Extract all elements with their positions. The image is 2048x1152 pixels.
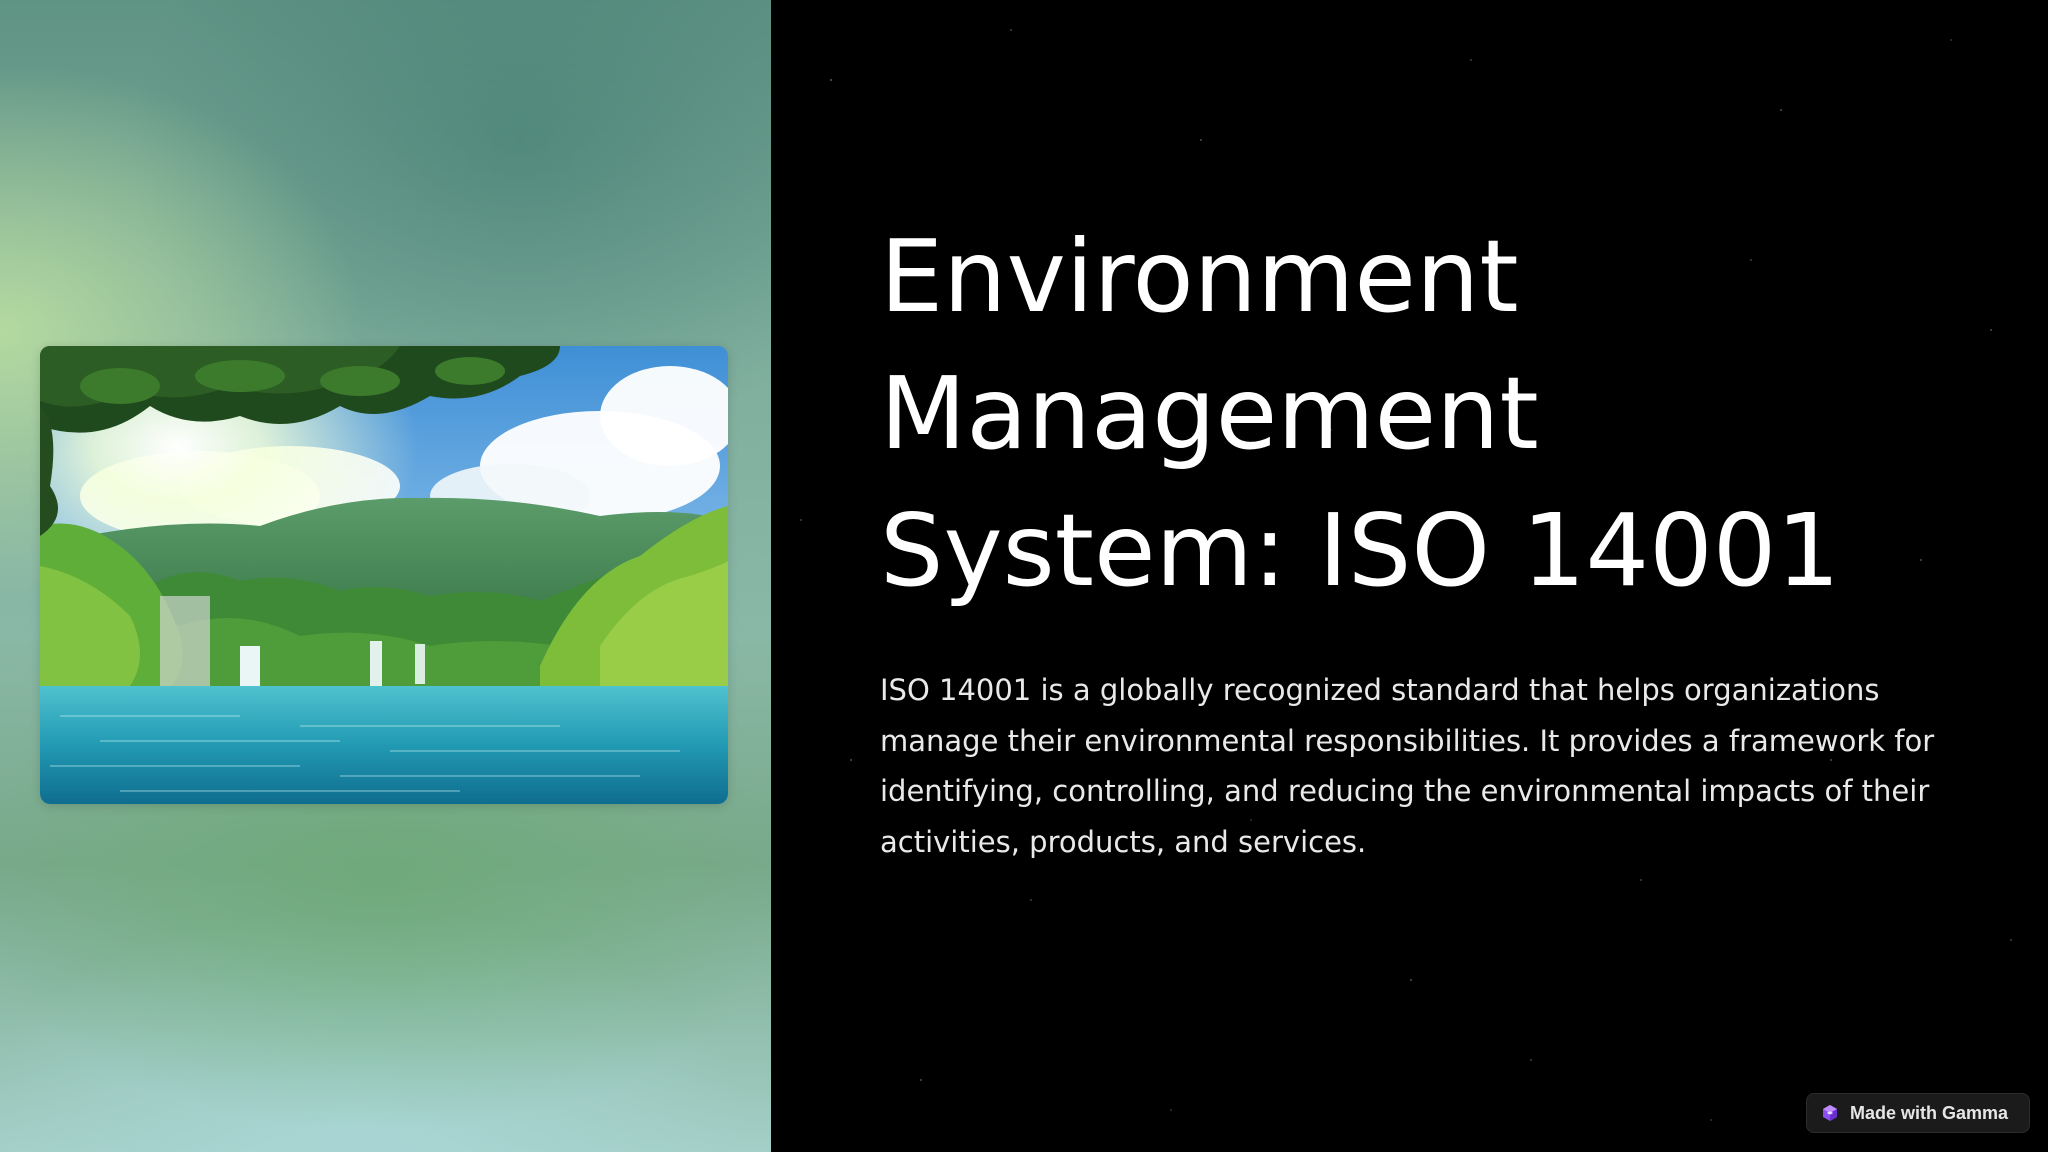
waterfall-lake-photo (40, 346, 728, 804)
slide-body-text: ISO 14001 is a globally recognized stand… (880, 673, 1935, 859)
slide-title: Environment Management System: ISO 14001 (880, 218, 1840, 609)
gamma-logo-icon (1821, 1104, 1839, 1122)
badge-label: Made with Gamma (1850, 1102, 2009, 1123)
left-gradient-panel (0, 0, 771, 1152)
made-with-gamma-badge[interactable]: Made with Gamma (1806, 1093, 2030, 1133)
slide: Environment Management System: ISO 14001… (0, 0, 2048, 1152)
